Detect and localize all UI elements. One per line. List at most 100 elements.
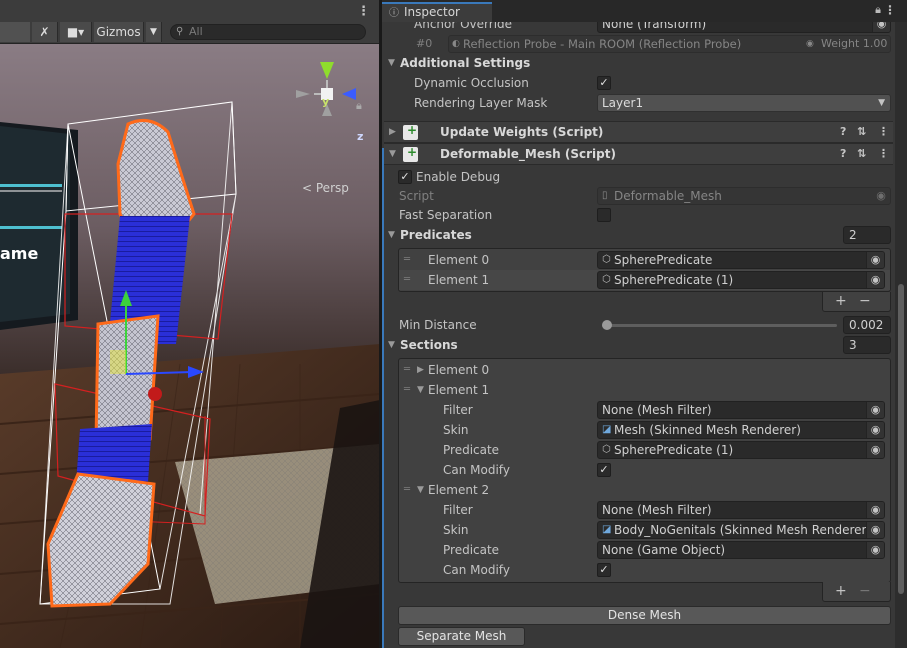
gizmos-label: Gizmos — [96, 25, 141, 39]
min-distance-row: Min Distance 0.002 — [382, 315, 893, 335]
deformable-mesh-header[interactable]: ▼ Deformable_Mesh (Script) ? ⇅ ⋮ — [384, 143, 893, 165]
object-picker-icon[interactable]: ◉ — [866, 252, 884, 268]
drag-handle-icon[interactable]: ═ — [404, 380, 410, 400]
filter-field[interactable]: None (Mesh Filter) ◉ — [597, 401, 885, 419]
can-modify-label: Can Modify — [443, 563, 510, 577]
inspector-menu-icon[interactable]: ⋮ — [884, 3, 896, 17]
context-menu-icon[interactable]: ⋮ — [878, 125, 889, 138]
rendering-layer-mask-label: Rendering Layer Mask — [414, 96, 548, 110]
predicate-row: Predicate ⬡ SpherePredicate (1) ◉ — [382, 440, 893, 460]
rendering-layer-mask-row: Rendering Layer Mask Layer1 ▼ — [382, 93, 893, 113]
object-picker-icon[interactable]: ◉ — [866, 402, 884, 418]
gizmos-dropdown-icon[interactable]: ▼ — [146, 22, 162, 42]
predicate-element-value: SpherePredicate — [614, 253, 713, 267]
object-picker-icon[interactable]: ◉ — [866, 272, 884, 288]
lock-icon[interactable]: 🔒︎ — [356, 99, 362, 113]
object-picker-icon[interactable]: ◉ — [866, 502, 884, 518]
predicates-foldout[interactable]: ▼ Predicates 2 — [382, 225, 893, 245]
deformable-mesh-title: Deformable_Mesh (Script) — [440, 147, 616, 161]
foldout-arrow-icon[interactable]: ▶ — [417, 360, 424, 380]
sections-foldout[interactable]: ▼ Sections 3 — [382, 335, 893, 355]
predicate-element-field[interactable]: ⬡ SpherePredicate (1) ◉ — [597, 271, 885, 289]
scene-view[interactable]: ⋮ ✗ ■▾ Gizmos ▼ ⚲ All y z 🔒︎ < Persp ame — [0, 0, 380, 648]
foldout-arrow-icon[interactable]: ▼ — [417, 480, 424, 500]
scene-search-input[interactable]: ⚲ All — [170, 24, 366, 40]
fast-separation-row: Fast Separation — [382, 205, 893, 225]
predicate-element-field[interactable]: ⬡ SpherePredicate ◉ — [597, 251, 885, 269]
predicate-label: Predicate — [443, 443, 500, 457]
predicates-size-field[interactable]: 2 — [843, 226, 891, 244]
skin-row: Skin ◪ Mesh (Skinned Mesh Renderer) ◉ — [382, 420, 893, 440]
rendering-layer-mask-dropdown[interactable]: Layer1 ▼ — [597, 94, 891, 112]
slider-knob[interactable] — [602, 320, 613, 330]
axis-z-label[interactable]: z — [357, 130, 363, 143]
preset-icon[interactable]: ⇅ — [857, 147, 866, 160]
filter-field[interactable]: None (Mesh Filter) ◉ — [597, 501, 885, 519]
predicate-value: SpherePredicate (1) — [614, 443, 734, 457]
foldout-arrow-icon[interactable]: ▼ — [417, 380, 424, 400]
axis-y-label[interactable]: y — [322, 95, 329, 108]
update-weights-header[interactable]: ▶ Update Weights (Script) ? ⇅ ⋮ — [384, 121, 893, 143]
add-element-button[interactable]: + — [835, 582, 847, 600]
min-distance-field[interactable]: 0.002 — [843, 316, 891, 334]
perspective-toggle[interactable]: < Persp — [302, 181, 349, 195]
foldout-arrow-icon: ▼ — [388, 230, 395, 240]
help-icon[interactable]: ? — [840, 125, 846, 138]
predicates-title: Predicates — [400, 228, 472, 242]
tab-inspector-label: Inspector — [404, 5, 460, 19]
remove-element-button[interactable]: − — [859, 582, 871, 600]
filter-label: Filter — [443, 503, 473, 517]
scene-menu-icon[interactable]: ⋮ — [357, 4, 370, 19]
object-picker-icon[interactable]: ◉ — [866, 522, 884, 538]
tab-inspector-active[interactable]: ⓘ Inspector — [382, 2, 492, 22]
list-item[interactable]: ═ ▼ Element 1 — [382, 380, 893, 400]
skin-field[interactable]: ◪ Mesh (Skinned Mesh Renderer) ◉ — [597, 421, 885, 439]
additional-settings-foldout[interactable]: ▼ Additional Settings — [382, 53, 893, 73]
foldout-arrow-icon[interactable]: ▼ — [389, 149, 396, 159]
enable-debug-checkbox[interactable]: ✓ — [398, 170, 412, 184]
chevron-down-icon: ▼ — [878, 98, 885, 108]
sections-size-field[interactable]: 3 — [843, 336, 891, 354]
camera-icon[interactable]: ■▾ — [60, 22, 92, 42]
object-picker-icon[interactable]: ◉ — [866, 442, 884, 458]
separate-mesh-button[interactable]: Separate Mesh — [398, 627, 525, 646]
dense-mesh-button[interactable]: Dense Mesh — [398, 606, 891, 625]
remove-element-button[interactable]: − — [859, 292, 871, 310]
can-modify-row: Can Modify ✓ — [382, 460, 893, 480]
drag-handle-icon[interactable]: ═ — [404, 270, 410, 290]
preset-icon[interactable]: ⇅ — [857, 125, 866, 138]
min-distance-slider[interactable] — [602, 324, 837, 327]
lock-icon[interactable]: 🔒︎ — [875, 3, 881, 17]
list-item[interactable]: ═ Element 0 ⬡ SpherePredicate ◉ — [382, 250, 893, 270]
can-modify-checkbox[interactable]: ✓ — [597, 463, 611, 477]
probe-index: #0 — [416, 37, 433, 50]
predicate-field[interactable]: None (Game Object) ◉ — [597, 541, 885, 559]
info-icon: ⓘ — [389, 8, 399, 19]
dynamic-occlusion-checkbox[interactable]: ✓ — [597, 76, 611, 90]
help-icon[interactable]: ? — [840, 147, 846, 160]
gizmos-button[interactable]: Gizmos — [94, 22, 144, 42]
reflection-probe-row: #0 ◐ Reflection Probe - Main ROOM (Refle… — [382, 34, 893, 54]
drag-handle-icon[interactable]: ═ — [404, 480, 410, 500]
scene-viewport[interactable]: y z 🔒︎ < Persp ame — [0, 44, 380, 648]
fast-separation-checkbox[interactable] — [597, 208, 611, 222]
skin-field[interactable]: ◪ Body_NoGenitals (Skinned Mesh Renderer… — [597, 521, 885, 539]
object-picker-icon[interactable]: ◉ — [866, 542, 884, 558]
inspector-panel: ⓘ Inspector 🔒︎ ⋮ Anchor Override None (T… — [382, 0, 907, 648]
add-element-button[interactable]: + — [835, 292, 847, 310]
list-item[interactable]: ═ Element 1 ⬡ SpherePredicate (1) ◉ — [382, 270, 893, 290]
scrollbar-thumb[interactable] — [898, 284, 904, 594]
drag-handle-icon[interactable]: ═ — [404, 360, 410, 380]
skinned-mesh-icon: ◪ — [602, 424, 612, 435]
predicate-field[interactable]: ⬡ SpherePredicate (1) ◉ — [597, 441, 885, 459]
list-item[interactable]: ═ ▶ Element 0 — [382, 360, 893, 380]
foldout-arrow-icon[interactable]: ▶ — [389, 127, 396, 137]
tools-icon[interactable]: ✗ — [32, 22, 58, 42]
can-modify-checkbox[interactable]: ✓ — [597, 563, 611, 577]
list-item[interactable]: ═ ▼ Element 2 — [382, 480, 893, 500]
context-menu-icon[interactable]: ⋮ — [878, 147, 889, 160]
script-field: ▯ Deformable_Mesh ◉ — [597, 187, 891, 205]
inspector-scrollbar[interactable] — [895, 22, 907, 648]
object-picker-icon[interactable]: ◉ — [866, 422, 884, 438]
drag-handle-icon[interactable]: ═ — [404, 250, 410, 270]
